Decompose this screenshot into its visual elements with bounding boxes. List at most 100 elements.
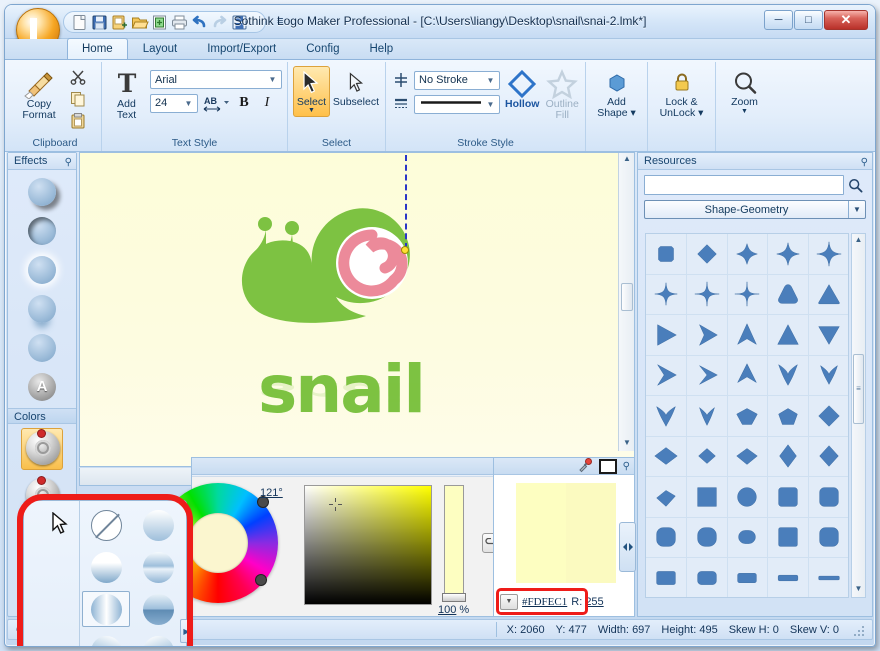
new-from-template-icon[interactable] [110,13,129,32]
shape-cell-diamond-tall[interactable] [768,436,810,477]
gradient-linear-soft[interactable] [82,549,130,585]
scroll-up-icon[interactable]: ▲ [853,235,864,247]
tab-import-export[interactable]: Import/Export [192,38,291,59]
gradient-none[interactable] [82,507,130,543]
shape-cell-circle-sq[interactable] [809,518,848,558]
scroll-up-icon[interactable]: ▲ [621,154,633,166]
save-icon[interactable] [90,13,109,32]
shape-cell-y-shape-narrow[interactable] [686,396,728,437]
gradient-control-line[interactable] [405,155,407,249]
resources-scroll-thumb[interactable]: ≡ [853,354,864,424]
stroke-type-combo[interactable]: No Stroke ▼ [414,70,500,90]
eyedropper-icon[interactable] [577,457,593,476]
maximize-button[interactable]: □ [794,10,823,30]
canvas[interactable]: snail snail ▲ ▼ [79,152,635,467]
gradient-linear-diag-left[interactable] [82,633,130,646]
new-icon[interactable] [70,13,89,32]
paste-button[interactable] [68,111,88,131]
font-family-combo[interactable]: Arial ▼ [150,70,282,89]
shape-cell-diamond-round[interactable] [686,234,728,275]
export-icon[interactable] [150,13,169,32]
shape-cell-triangle-right-fat[interactable] [646,315,687,356]
gradient-control-point[interactable] [401,246,409,254]
color-gradient-radial[interactable] [21,428,63,470]
panel-expander-button[interactable] [619,522,636,572]
shape-cell-diamond[interactable] [809,396,848,437]
shape-cell-triangle-sharp[interactable] [768,315,810,356]
alpha-slider-thumb[interactable] [442,593,466,602]
copy-format-button[interactable]: Copy Format [14,66,64,124]
shape-cell-arrow-three-point[interactable] [727,315,769,356]
shape-cell-y-shape-thin[interactable] [809,356,848,396]
alpha-slider[interactable] [444,485,464,599]
canvas-surface[interactable]: snail snail [80,153,634,466]
shape-cell-diamond-med[interactable] [809,437,848,477]
shape-cell-y-shape-wide[interactable] [646,396,687,437]
gradient-linear-banded[interactable] [134,549,182,585]
popup-flip-button[interactable]: ▶ [180,619,193,643]
hex-value[interactable]: #FDFEC1 [522,596,567,608]
lock-unlock-button[interactable]: Lock & UnLock ▾ [653,66,710,122]
font-size-combo[interactable]: 24 ▼ [150,93,198,113]
pin-icon[interactable]: ⚲ [65,154,72,171]
alpha-value[interactable]: 100 % [438,604,469,616]
open-icon[interactable] [130,13,149,32]
shape-cell-rect-round-sm[interactable] [687,558,728,597]
shape-cell-square-round-med[interactable] [686,517,728,558]
shape-cell-diamond-small[interactable] [686,436,728,477]
tab-home[interactable]: Home [67,38,128,59]
cut-button[interactable] [68,67,88,87]
shape-cell-diamond-slim[interactable] [646,477,687,518]
tab-help[interactable]: Help [355,38,409,59]
shape-cell-diamond-wide[interactable] [646,436,687,477]
shape-cell-kite-wide[interactable] [727,396,769,437]
shape-cell-rect-rounded[interactable] [646,558,687,597]
shape-cell-y-shape[interactable] [768,355,810,396]
gradient-linear-center[interactable] [82,591,130,627]
shape-cell-circle[interactable] [727,477,769,518]
shape-cell-four-point-star-thin[interactable] [809,234,848,275]
hex-dropdown-button[interactable]: ▼ [500,593,518,610]
shape-cell-rect-wide[interactable] [728,558,769,597]
shape-cell-bar-thin[interactable] [809,558,848,597]
shape-cell-oval-round[interactable] [727,517,769,558]
zoom-button[interactable]: Zoom ▼ [721,66,768,118]
shape-cell-square-very-round[interactable] [646,517,687,558]
add-shape-button[interactable]: Add Shape ▾ [591,66,642,122]
stroke-weight-combo[interactable]: ▼ [414,94,500,114]
effect-drop-shadow[interactable] [23,176,61,207]
shape-cell-kite[interactable] [768,396,810,437]
shape-cell-arrow-right-concave[interactable] [646,355,687,396]
shape-cell-cross-thin[interactable] [727,274,769,315]
gradient-linear-vertical[interactable] [134,507,182,543]
swatch-icon[interactable] [598,458,617,474]
shape-cell-four-point-star-needle[interactable] [686,274,728,315]
effect-glow[interactable] [23,254,61,285]
effect-reflection[interactable] [23,293,61,324]
canvas-vertical-scrollbar[interactable]: ▲ ▼ [618,153,634,451]
search-icon[interactable] [844,175,866,195]
save-as-icon[interactable] [230,13,249,32]
gradient-linear-split[interactable] [134,591,182,627]
quick-access-overflow-icon[interactable]: ≡ [277,15,283,27]
pin-icon[interactable]: ⚲ [623,461,630,472]
pin-icon[interactable]: ⚲ [861,154,868,171]
bold-button[interactable]: B [234,93,254,113]
search-input[interactable] [644,175,844,195]
scroll-down-icon[interactable]: ▼ [853,584,864,596]
gradient-linear-diag-right[interactable] [134,633,182,646]
saturation-value-field[interactable] [304,485,432,605]
resources-scrollbar[interactable]: ▲ ≡ ▼ [851,233,866,598]
close-button[interactable]: ✕ [824,10,868,30]
vertical-scroll-thumb[interactable] [621,283,633,311]
effect-text-style[interactable] [23,371,61,402]
shape-cell-four-point-star[interactable] [768,234,810,275]
shape-cell-square-round-lg[interactable] [809,477,848,518]
select-tool-button[interactable]: Select ▼ [293,66,330,117]
shape-cell-triangle-up[interactable] [809,275,848,315]
shape-cell-triangle-down[interactable] [809,315,848,356]
shape-cell-bar-wide[interactable] [768,558,810,597]
tab-layout[interactable]: Layout [128,38,193,59]
minimize-button[interactable]: ─ [764,10,793,30]
shape-cell-four-point-star-slim[interactable] [646,274,687,315]
